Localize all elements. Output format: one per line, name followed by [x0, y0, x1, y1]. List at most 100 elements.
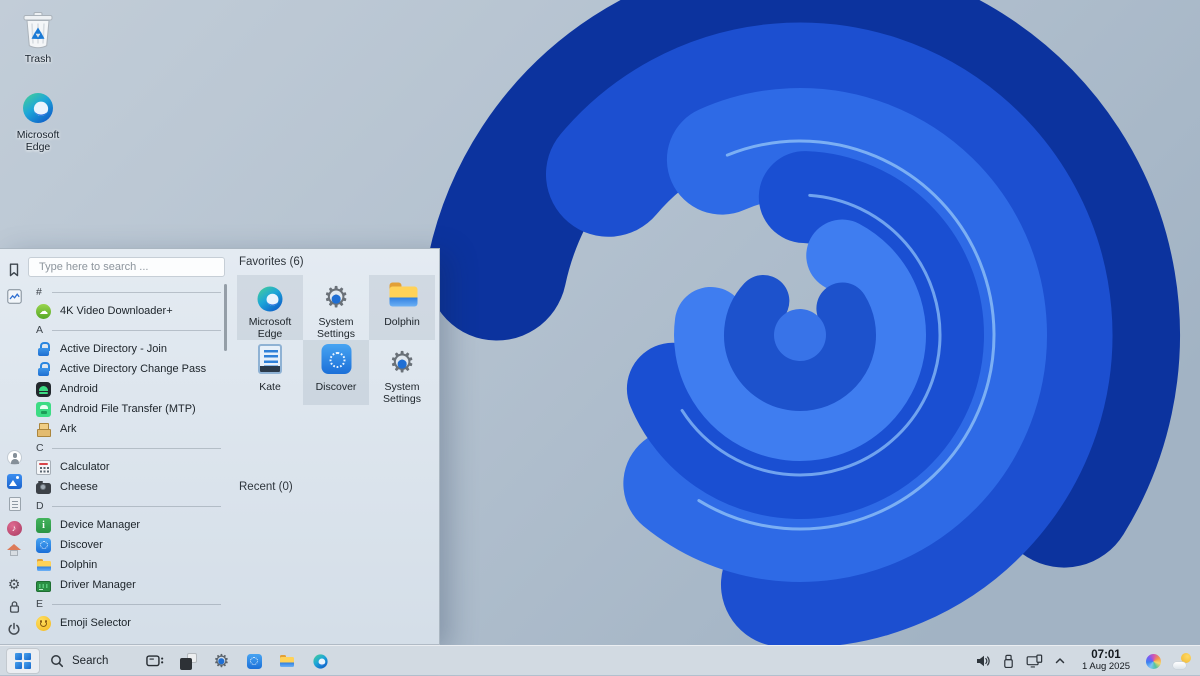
- lock-icon[interactable]: [0, 598, 28, 616]
- app-list-item[interactable]: Dolphin: [28, 555, 225, 575]
- app-item-label: Emoji Selector: [60, 617, 131, 629]
- favorite-tile[interactable]: Kate: [237, 340, 303, 405]
- volume-icon[interactable]: [975, 653, 991, 669]
- favorite-tile-label: System Settings: [371, 381, 433, 405]
- app-item-label: Cheese: [60, 481, 98, 493]
- favorite-tile[interactable]: Discover: [303, 340, 369, 405]
- favorite-tile[interactable]: ⚙System Settings: [303, 275, 369, 340]
- app-list-item[interactable]: Active Directory - Join: [28, 339, 225, 359]
- app-list-pane: #4K Video Downloader+ A Active Directory -…: [28, 249, 228, 644]
- app-sections: #4K Video Downloader+ A Active Directory -…: [28, 283, 225, 633]
- start-menu-sidebar: ⚙: [0, 249, 28, 644]
- settings-icon[interactable]: ⚙: [0, 575, 28, 593]
- taskbar-left: Search ⚙: [0, 646, 333, 676]
- section-letter: A: [36, 324, 46, 336]
- search-icon: [50, 654, 64, 668]
- app-list-item[interactable]: Driver Manager: [28, 575, 225, 595]
- weather-icon[interactable]: [1173, 653, 1192, 670]
- app-section-header: E: [28, 595, 225, 613]
- section-divider: [52, 448, 221, 449]
- display-devices-icon[interactable]: [1026, 654, 1043, 669]
- dolphin-icon[interactable]: [274, 648, 300, 674]
- favorites-bookmark-icon[interactable]: [0, 261, 28, 279]
- app-list-item[interactable]: Android File Transfer (MTP): [28, 399, 225, 419]
- taskbar-clock[interactable]: 07:01 1 Aug 2025: [1077, 649, 1135, 673]
- section-divider: [52, 330, 221, 331]
- section-divider: [52, 292, 221, 293]
- desktop-icon-label: Trash: [6, 53, 70, 65]
- app-item-label: Active Directory - Join: [60, 343, 167, 355]
- pictures-icon[interactable]: [0, 472, 28, 490]
- favorite-tile-label: System Settings: [305, 316, 367, 340]
- app-list-item[interactable]: Emoji Selector: [28, 613, 225, 633]
- gear-icon: ⚙: [323, 282, 349, 316]
- app-item-label: Active Directory Change Pass: [60, 363, 206, 375]
- app-item-label: Driver Manager: [60, 579, 136, 591]
- home-folder-icon[interactable]: [0, 541, 28, 559]
- app-list-item[interactable]: Device Manager: [28, 515, 225, 535]
- app-item-label: Android: [60, 383, 98, 395]
- favorite-tile-label: Microsoft Edge: [239, 316, 301, 340]
- start-button[interactable]: [6, 648, 40, 674]
- app-section-header: #: [28, 283, 225, 301]
- recent-header: Recent (0): [239, 481, 293, 493]
- favorites-pane: Favorites (6) Microsoft Edge⚙System Sett…: [230, 249, 440, 644]
- kate-icon: [264, 347, 276, 381]
- power-icon[interactable]: [0, 620, 28, 638]
- tray-expand-icon[interactable]: [1054, 655, 1066, 667]
- removable-media-icon[interactable]: [1002, 654, 1015, 669]
- window-switcher-icon[interactable]: [175, 648, 201, 674]
- start-menu: ⚙ #4K Video Downloader+ A Active Directory…: [0, 248, 440, 645]
- favorite-tile[interactable]: ⚙System Settings: [369, 340, 435, 405]
- app-list-item[interactable]: Ark: [28, 419, 225, 439]
- trash-icon: [6, 8, 70, 50]
- desktop-icon-trash[interactable]: Trash: [6, 8, 70, 65]
- app-list-item[interactable]: 4K Video Downloader+: [28, 301, 225, 321]
- app-section-header: A: [28, 321, 225, 339]
- app-item-label: 4K Video Downloader+: [60, 305, 173, 317]
- gear-icon: ⚙: [389, 347, 415, 381]
- app-section-header: D: [28, 497, 225, 515]
- discover-icon: [329, 347, 344, 381]
- usage-graph-icon[interactable]: [0, 287, 28, 305]
- favorites-grid: Microsoft Edge⚙System SettingsDolphinKat…: [237, 275, 435, 405]
- folder-icon: [395, 282, 410, 316]
- clock-date: 1 Aug 2025: [1077, 662, 1135, 673]
- microsoft-edge-icon[interactable]: [307, 648, 333, 674]
- system-settings-icon[interactable]: ⚙: [208, 648, 234, 674]
- favorite-tile[interactable]: Microsoft Edge: [237, 275, 303, 340]
- search-input[interactable]: [28, 257, 225, 277]
- microsoft-edge-icon: [6, 84, 70, 126]
- section-letter: D: [36, 500, 46, 512]
- app-list-item[interactable]: Calculator: [28, 457, 225, 477]
- app-item-label: Dolphin: [60, 559, 97, 571]
- app-list-scrollbar[interactable]: [224, 284, 227, 351]
- section-letter: C: [36, 442, 46, 454]
- app-item-label: Discover: [60, 539, 103, 551]
- taskbar: Search ⚙ 07:01 1 Aug 2025: [0, 645, 1200, 675]
- section-divider: [52, 604, 221, 605]
- task-view-icon[interactable]: [142, 648, 168, 674]
- copilot-icon[interactable]: [1146, 654, 1161, 669]
- section-divider: [52, 506, 221, 507]
- app-list-item[interactable]: Android: [28, 379, 225, 399]
- user-avatar-icon[interactable]: [0, 448, 28, 466]
- favorites-header: Favorites (6): [239, 256, 304, 268]
- desktop-icon-label: Microsoft Edge: [6, 129, 70, 153]
- desktop-icon-microsoft-edge[interactable]: Microsoft Edge: [6, 84, 70, 153]
- app-section-header: C: [28, 439, 225, 457]
- taskbar-search-label: Search: [72, 655, 108, 667]
- documents-icon[interactable]: [0, 495, 28, 513]
- music-icon[interactable]: [0, 519, 28, 537]
- section-letter: E: [36, 598, 46, 610]
- app-list-item[interactable]: Active Directory Change Pass: [28, 359, 225, 379]
- app-item-label: Device Manager: [60, 519, 140, 531]
- discover-icon[interactable]: [241, 648, 267, 674]
- windows-logo-icon: [15, 653, 31, 669]
- taskbar-search[interactable]: Search: [50, 654, 108, 668]
- app-item-label: Ark: [60, 423, 77, 435]
- app-list-item[interactable]: Discover: [28, 535, 225, 555]
- app-list-item[interactable]: Cheese: [28, 477, 225, 497]
- favorite-tile[interactable]: Dolphin: [369, 275, 435, 340]
- app-item-label: Calculator: [60, 461, 110, 473]
